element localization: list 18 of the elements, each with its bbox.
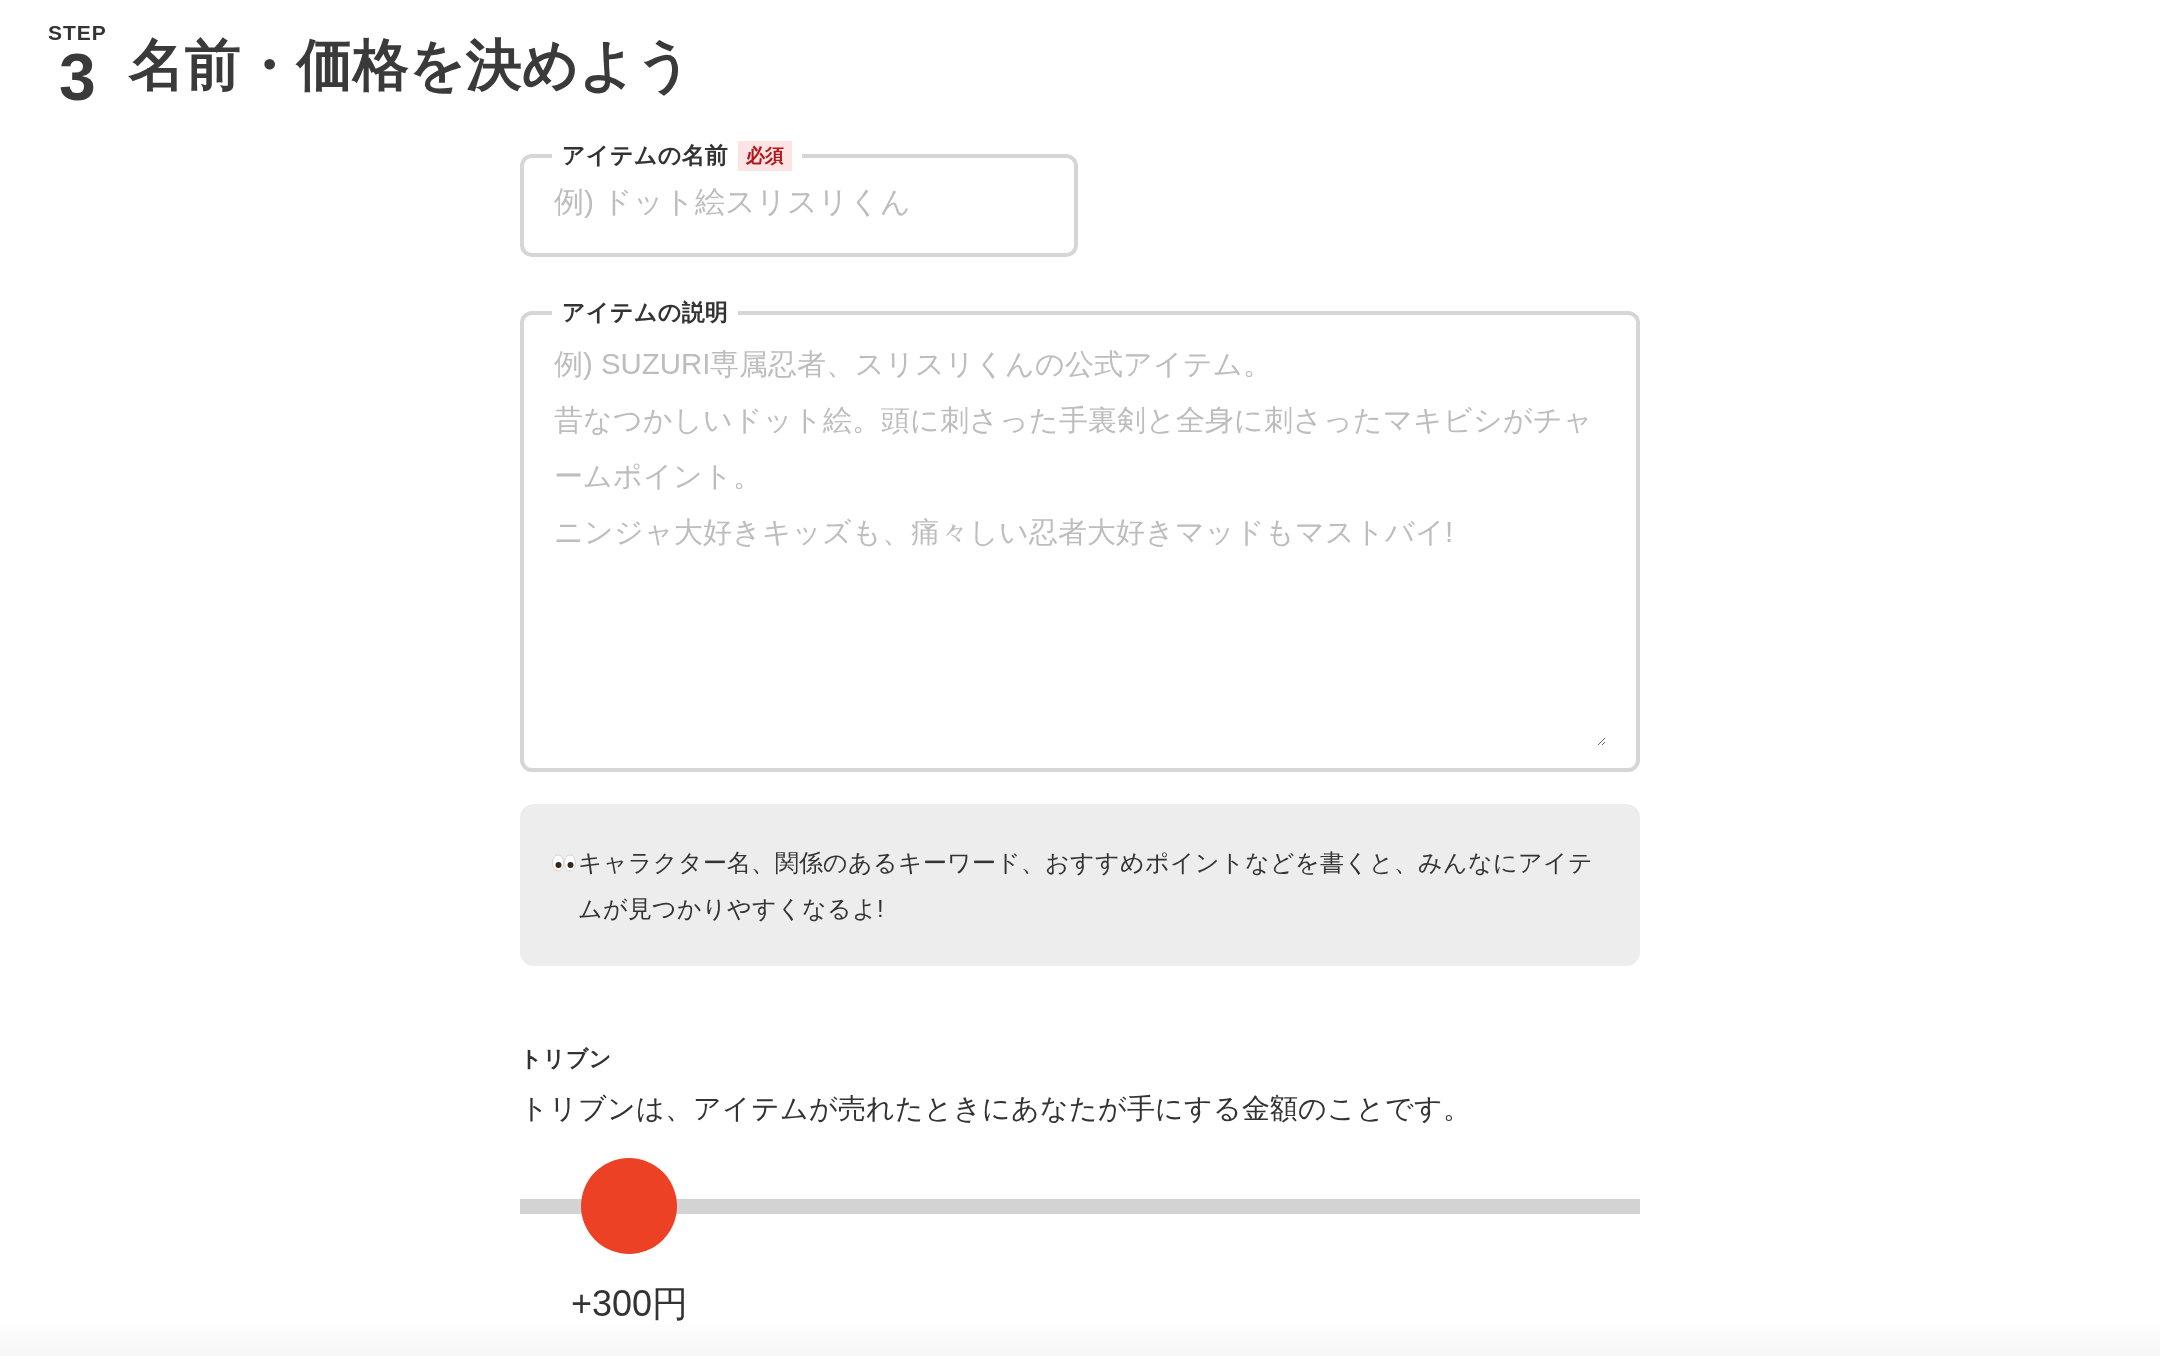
field-label: アイテムの名前: [562, 141, 728, 170]
page-title: 名前・価格を決めよう: [128, 32, 693, 98]
step-number: 3: [59, 44, 96, 110]
step-label: STEP: [48, 22, 107, 44]
tribun-description: トリブンは、アイテムが売れたときにあなたが手にする金額のことです。: [520, 1092, 1472, 1126]
eyes-icon: [552, 854, 576, 872]
price-reading: +300円: [570, 1282, 688, 1326]
text-input[interactable]: 例) ドット絵スリスリくん: [554, 171, 1044, 231]
slider-track[interactable]: [520, 1198, 1640, 1214]
hint-text: キャラクター名、関係のあるキーワード、おすすめポイントなどを書くと、みんなにアイテムが見つかりやすくなるよ!: [578, 848, 1594, 924]
placeholder-text: 昔なつかしいドット絵。頭に刺さった手裏剣と全身に刺さったマキビシがチャームポイント。: [554, 402, 1594, 494]
required-badge: 必須: [738, 140, 792, 171]
placeholder-text: ニンジャ大好きキッズも、痛々しい忍者大好きマッドもマストバイ!: [554, 514, 1455, 550]
item-description-field[interactable]: アイテムの説明 例) SUZURI専属忍者、スリスリくんの公式アイテム。 昔なつかしいドット絵。頭に刺さった手裏剣と全身に刺さったマキビシがチャームポイント。 ニンジャ大好きキッズも、痛々しい忍者大好きマッドもマストバイ!: [520, 297, 1640, 772]
placeholder-text: 例) SUZURI専属忍者、スリスリくんの公式アイテム。: [554, 346, 1274, 382]
field-label: アイテムの説明: [562, 298, 728, 327]
item-name-field[interactable]: アイテムの名前 必須 例) ドット絵スリスリくん: [520, 140, 1078, 257]
tribun-label: トリブン: [520, 1045, 613, 1073]
